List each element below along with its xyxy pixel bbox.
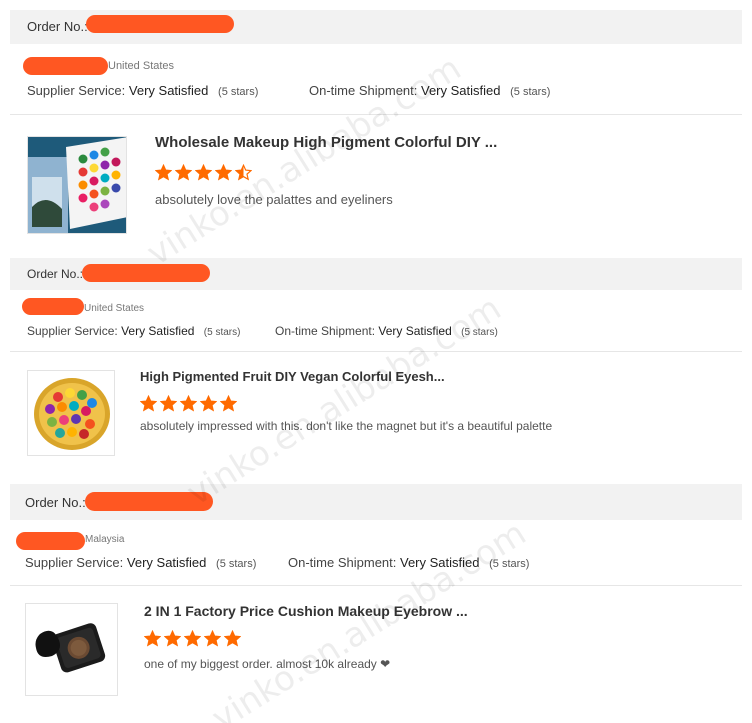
supplier-service-value: Very Satisfied — [121, 324, 195, 338]
divider — [10, 585, 742, 586]
redacted-order-number — [85, 492, 213, 511]
product-title[interactable]: High Pigmented Fruit DIY Vegan Colorful … — [140, 369, 445, 384]
redacted-order-number — [86, 15, 234, 33]
redacted-buyer-name — [16, 532, 85, 550]
supplier-service-label: Supplier Service: — [27, 324, 118, 338]
star-icon — [164, 630, 181, 647]
supplier-service-stars: (5 stars) — [216, 558, 257, 570]
supplier-service-stars: (5 stars) — [218, 86, 259, 98]
buyer-country: United States — [108, 60, 175, 72]
supplier-service-rating: Supplier Service: Very Satisfied (5 star… — [27, 83, 258, 98]
product-title[interactable]: Wholesale Makeup High Pigment Colorful D… — [155, 134, 497, 151]
shipment-value: Very Satisfied — [378, 324, 452, 338]
product-rating — [155, 164, 252, 181]
product-image[interactable] — [27, 136, 127, 234]
star-icon — [204, 630, 221, 647]
product-image[interactable] — [27, 370, 115, 456]
star-icon — [155, 164, 172, 181]
shipment-rating: On-time Shipment: Very Satisfied (5 star… — [288, 555, 529, 570]
supplier-service-label: Supplier Service: — [25, 555, 124, 570]
buyer-country: Malaysia — [85, 534, 125, 545]
divider — [10, 351, 742, 352]
supplier-service-value: Very Satisfied — [126, 555, 207, 570]
supplier-service-stars: (5 stars) — [203, 327, 241, 338]
star-icon — [200, 395, 217, 412]
product-rating — [144, 630, 241, 647]
star-icon — [160, 395, 177, 412]
order-number-label: Order No.: — [27, 19, 88, 34]
eyeshadow-palette-image — [28, 137, 126, 233]
shipment-stars: (5 stars) — [510, 86, 551, 98]
star-icon — [140, 395, 157, 412]
shipment-label: On-time Shipment: — [275, 324, 376, 338]
order-number-label: Order No.: — [25, 495, 86, 510]
shipment-stars: (5 stars) — [489, 558, 530, 570]
product-title[interactable]: 2 IN 1 Factory Price Cushion Makeup Eyeb… — [144, 603, 468, 619]
shipment-label: On-time Shipment: — [288, 555, 397, 570]
order-number-label: Order No.: — [27, 267, 84, 281]
star-icon — [224, 630, 241, 647]
star-icon — [144, 630, 161, 647]
round-palette-image — [28, 371, 114, 455]
shipment-rating: On-time Shipment: Very Satisfied (5 star… — [275, 324, 498, 338]
product-rating — [140, 395, 237, 412]
review-text: absolutely love the palattes and eyeline… — [155, 192, 393, 207]
cushion-compact-image — [26, 604, 117, 695]
review-text: absolutely impressed with this. don't li… — [140, 419, 553, 433]
star-icon — [215, 164, 232, 181]
shipment-stars: (5 stars) — [461, 327, 498, 338]
supplier-service-value: Very Satisfied — [128, 83, 209, 98]
supplier-service-rating: Supplier Service: Very Satisfied (5 star… — [27, 324, 240, 338]
shipment-label: On-time Shipment: — [309, 83, 418, 98]
shipment-value: Very Satisfied — [421, 83, 501, 98]
star-icon — [175, 164, 192, 181]
supplier-service-label: Supplier Service: — [27, 83, 126, 98]
shipment-rating: On-time Shipment: Very Satisfied (5 star… — [309, 83, 550, 98]
star-icon — [220, 395, 237, 412]
star-icon — [184, 630, 201, 647]
buyer-country: United States — [84, 303, 145, 314]
redacted-buyer-name — [23, 57, 108, 75]
divider — [10, 114, 742, 115]
product-image[interactable] — [25, 603, 118, 696]
review-text: one of my biggest order. almost 10k alre… — [144, 657, 391, 671]
star-icon — [235, 164, 252, 181]
redacted-buyer-name — [22, 298, 84, 315]
shipment-value: Very Satisfied — [400, 555, 480, 570]
star-icon — [195, 164, 212, 181]
star-icon — [180, 395, 197, 412]
redacted-order-number — [82, 264, 210, 282]
supplier-service-rating: Supplier Service: Very Satisfied (5 star… — [25, 555, 256, 570]
